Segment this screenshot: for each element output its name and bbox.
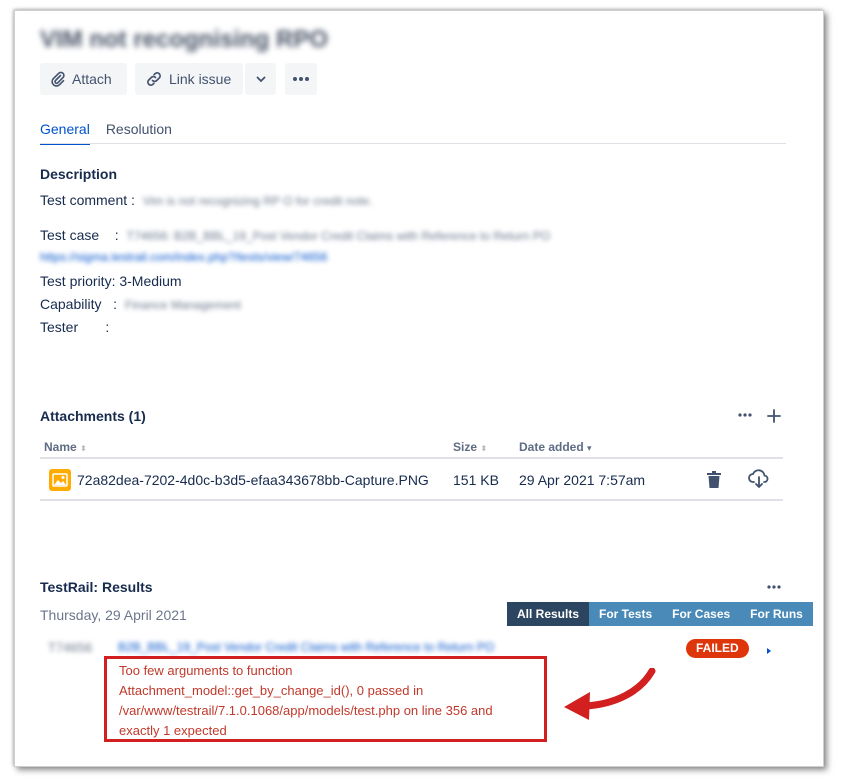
attachment-date: 29 Apr 2021 7:57am [519, 472, 646, 488]
tab-general[interactable]: General [40, 121, 90, 145]
more-actions-button[interactable] [285, 63, 317, 95]
test-case-row: Test case : T74656: B2B_BBL_19_Post Vend… [40, 227, 550, 243]
test-case-label: Test case : [40, 227, 119, 243]
capability-row: Capability : Finance Management [40, 296, 241, 312]
filter-for-cases[interactable]: For Cases [662, 602, 741, 626]
error-annotation-box: Too few arguments to function Attachment… [104, 656, 547, 742]
table-row-divider [40, 499, 783, 501]
link-issue-button[interactable]: Link issue [135, 63, 243, 95]
issue-title: VIM not recognising RPO [40, 26, 329, 53]
annotation-arrow-icon [564, 668, 656, 720]
tab-divider [40, 143, 786, 144]
error-line: /var/www/testrail/7.1.0.1068/app/models/… [119, 703, 493, 718]
attachments-more-icon[interactable] [737, 408, 753, 427]
capability-value: Finance Management [124, 298, 242, 312]
test-comment-value: Vim is not recognizing RP O for credit n… [142, 194, 373, 208]
sort-icon: ⬍ [480, 444, 488, 453]
sort-icon: ⬍ [80, 444, 87, 453]
results-filter-group: All Results For Tests For Cases For Runs [507, 602, 813, 626]
result-test-title[interactable]: B2B_BBL_19_Post Vendor Credit Claims wit… [118, 640, 494, 654]
filter-for-tests[interactable]: For Tests [589, 602, 663, 626]
filter-for-runs[interactable]: For Runs [740, 602, 813, 626]
paperclip-icon [50, 71, 66, 87]
error-line: Attachment_model::get_by_change_id(), 0 … [119, 683, 424, 698]
description-heading: Description [40, 166, 118, 182]
column-header-date[interactable]: Date added ▾ [519, 440, 592, 454]
expand-caret-icon[interactable] [765, 643, 773, 661]
tab-resolution[interactable]: Resolution [106, 121, 172, 145]
column-header-name[interactable]: Name ⬍ [44, 440, 87, 454]
download-icon[interactable] [748, 469, 770, 494]
error-line: Too few arguments to function [119, 663, 293, 678]
test-priority: Test priority: 3-Medium [40, 273, 182, 289]
failed-status-badge: FAILED [686, 639, 749, 658]
result-test-id: T74656 [48, 640, 93, 655]
test-comment-row: Test comment : Vim is not recognizing RP… [40, 192, 372, 208]
testrail-more-icon[interactable] [766, 580, 782, 599]
table-header-divider [40, 457, 783, 459]
test-comment-label: Test comment : [40, 192, 135, 208]
attach-label: Attach [72, 71, 112, 87]
attachment-filename[interactable]: 72a82dea-7202-4d0c-b3d5-efaa343678bb-Cap… [77, 472, 429, 488]
sort-desc-icon: ▾ [587, 443, 592, 453]
capability-label: Capability : [40, 296, 118, 312]
testrail-heading: TestRail: Results [40, 579, 153, 595]
add-attachment-icon[interactable] [766, 408, 782, 429]
column-header-size[interactable]: Size ⬍ [453, 440, 487, 454]
test-case-link[interactable]: https://sigma.testrail.com/index.php?/te… [40, 250, 327, 264]
attach-button[interactable]: Attach [40, 63, 127, 95]
link-issue-dropdown-button[interactable] [245, 63, 276, 95]
error-line: exactly 1 expected [119, 723, 227, 738]
image-file-icon [49, 469, 71, 496]
chevron-down-icon [255, 73, 267, 85]
link-icon [145, 70, 163, 88]
results-date: Thursday, 29 April 2021 [40, 607, 187, 623]
attachments-heading: Attachments (1) [40, 408, 146, 424]
issue-tabs: General Resolution [40, 121, 172, 145]
tester-label: Tester : [40, 319, 110, 335]
more-icon [292, 76, 310, 82]
filter-all-results[interactable]: All Results [507, 602, 590, 626]
attachment-size: 151 KB [453, 472, 499, 488]
link-issue-label: Link issue [169, 71, 232, 87]
test-case-value: T74656: B2B_BBL_19_Post Vendor Credit Cl… [126, 229, 551, 243]
trash-icon[interactable] [706, 471, 722, 494]
